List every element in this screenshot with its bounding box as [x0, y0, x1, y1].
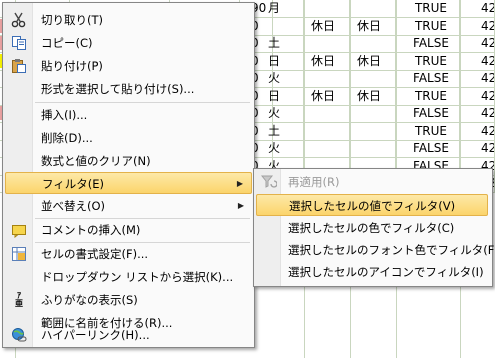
table-cell[interactable]: [354, 70, 396, 87]
table-cell[interactable]: 月: [265, 0, 304, 17]
menu-separator: [35, 102, 250, 103]
menu-label: 再適用(R): [288, 175, 340, 189]
table-cell[interactable]: 休日: [308, 87, 350, 105]
submenu-item-filter-by-icon[interactable]: 選択したセルのアイコンでフィルタ(I): [256, 261, 488, 283]
menu-label: セルの書式設定(F)...: [41, 247, 149, 261]
menu-label: 並べ替え(O): [41, 199, 106, 213]
table-cell[interactable]: 日: [265, 52, 304, 70]
menu-label: 切り取り(T): [41, 13, 103, 27]
table-cell[interactable]: 42: [478, 0, 495, 17]
table-cell[interactable]: 火: [265, 105, 304, 122]
table-cell[interactable]: [265, 17, 304, 35]
submenu-item-reapply[interactable]: 再適用(R): [256, 171, 488, 193]
table-cell[interactable]: [308, 122, 350, 140]
phonetic-icon: ｱ亜: [15, 291, 23, 308]
menu-label: ハイパーリンク(H)...: [41, 328, 150, 342]
table-cell[interactable]: FALSE: [400, 70, 460, 87]
table-cell[interactable]: 火: [265, 140, 304, 157]
table-cell[interactable]: 休日: [308, 17, 350, 35]
menu-item-pick-from-list[interactable]: ドロップダウン リストから選択(K)...: [5, 266, 252, 288]
table-cell[interactable]: 42: [478, 105, 495, 122]
menu-item-paste[interactable]: 貼り付け(P): [5, 55, 252, 77]
table-cell[interactable]: [354, 105, 396, 122]
menu-item-sort[interactable]: 並べ替え(O) ▶: [5, 195, 252, 217]
paste-icon: [11, 58, 27, 74]
submenu-arrow-icon: ▶: [236, 179, 243, 188]
table-cell[interactable]: FALSE: [400, 105, 460, 122]
table-cell[interactable]: 42: [478, 140, 495, 157]
table-cell[interactable]: [308, 0, 350, 17]
submenu-item-filter-by-font-color[interactable]: 選択したセルのフォント色でフィルタ(F): [256, 239, 495, 261]
table-cell[interactable]: [308, 35, 350, 52]
menu-item-filter[interactable]: フィルタ(E) ▶: [5, 172, 252, 194]
table-cell[interactable]: 休日: [308, 52, 350, 70]
menu-item-insert[interactable]: 挿入(I)...: [5, 104, 252, 126]
table-cell[interactable]: TRUE: [400, 87, 460, 105]
context-menu: 切り取り(T) コピー(C) 貼り付け(P) 形式を選択して貼り付け(S)...…: [2, 2, 255, 348]
hyperlink-icon: [11, 327, 27, 343]
table-cell[interactable]: 休日: [354, 52, 396, 70]
menu-label: 挿入(I)...: [41, 108, 88, 122]
menu-label: 選択したセルのアイコンでフィルタ(I): [288, 265, 484, 279]
reapply-filter-icon: [260, 174, 278, 190]
table-cell[interactable]: 42: [478, 122, 495, 140]
menu-item-delete[interactable]: 削除(D)...: [5, 127, 252, 149]
table-cell[interactable]: 火: [265, 70, 304, 87]
table-cell[interactable]: TRUE: [400, 122, 460, 140]
menu-label: コピー(C): [41, 36, 93, 50]
menu-label: ふりがなの表示(S): [41, 293, 138, 307]
menu-label: 選択したセルの色でフィルタ(C): [288, 221, 455, 235]
format-cells-icon: [11, 246, 27, 262]
table-cell[interactable]: [308, 105, 350, 122]
table-cell[interactable]: 休日: [354, 87, 396, 105]
menu-label: コメントの挿入(M): [41, 223, 141, 237]
comment-icon: [11, 222, 27, 239]
table-cell[interactable]: 日: [265, 87, 304, 105]
filter-submenu: 再適用(R) 選択したセルの値でフィルタ(V) 選択したセルの色でフィルタ(C)…: [253, 168, 495, 287]
menu-label: 選択したセルの値でフィルタ(V): [289, 199, 456, 213]
table-cell[interactable]: 土: [265, 122, 304, 140]
table-cell[interactable]: FALSE: [400, 35, 460, 52]
table-cell[interactable]: FALSE: [400, 140, 460, 157]
table-cell[interactable]: TRUE: [400, 0, 460, 17]
menu-item-format-cells[interactable]: セルの書式設定(F)...: [5, 243, 252, 265]
scissors-icon: [11, 12, 27, 28]
menu-item-cut[interactable]: 切り取り(T): [5, 9, 252, 31]
menu-label: 貼り付け(P): [41, 59, 103, 73]
table-cell[interactable]: 土: [265, 35, 304, 52]
submenu-item-filter-by-color[interactable]: 選択したセルの色でフィルタ(C): [256, 217, 488, 239]
menu-label: フィルタ(E): [42, 177, 105, 191]
table-cell[interactable]: 休日: [354, 17, 396, 35]
menu-label: 削除(D)...: [41, 131, 93, 145]
menu-label: 形式を選択して貼り付け(S)...: [41, 82, 195, 96]
table-cell[interactable]: TRUE: [400, 17, 460, 35]
menu-item-paste-special[interactable]: 形式を選択して貼り付け(S)...: [5, 78, 252, 100]
table-cell[interactable]: 42: [478, 70, 495, 87]
table-cell[interactable]: 42: [478, 52, 495, 70]
menu-label: ドロップダウン リストから選択(K)...: [41, 270, 234, 284]
table-cell[interactable]: TRUE: [400, 52, 460, 70]
table-cell[interactable]: [354, 122, 396, 140]
table-cell[interactable]: [354, 35, 396, 52]
submenu-item-filter-by-value[interactable]: 選択したセルの値でフィルタ(V): [256, 194, 488, 216]
menu-item-hyperlink[interactable]: ハイパーリンク(H)...: [5, 324, 252, 346]
submenu-arrow-icon: ▶: [237, 201, 244, 210]
menu-item-clear-contents[interactable]: 数式と値のクリア(N): [5, 150, 252, 172]
table-cell[interactable]: [354, 0, 396, 17]
menu-item-phonetic[interactable]: ｱ亜 ふりがなの表示(S): [5, 289, 252, 311]
menu-item-copy[interactable]: コピー(C): [5, 32, 252, 54]
table-cell[interactable]: 42: [478, 87, 495, 105]
table-cell[interactable]: 42: [478, 35, 495, 52]
menu-label: 数式と値のクリア(N): [41, 154, 151, 168]
menu-label: 選択したセルのフォント色でフィルタ(F): [288, 243, 495, 257]
menu-item-insert-comment[interactable]: コメントの挿入(M): [5, 219, 252, 241]
table-cell[interactable]: [308, 140, 350, 157]
copy-icon: [11, 35, 27, 51]
table-cell[interactable]: [354, 140, 396, 157]
table-cell[interactable]: 42: [478, 17, 495, 35]
table-cell[interactable]: [308, 70, 350, 87]
